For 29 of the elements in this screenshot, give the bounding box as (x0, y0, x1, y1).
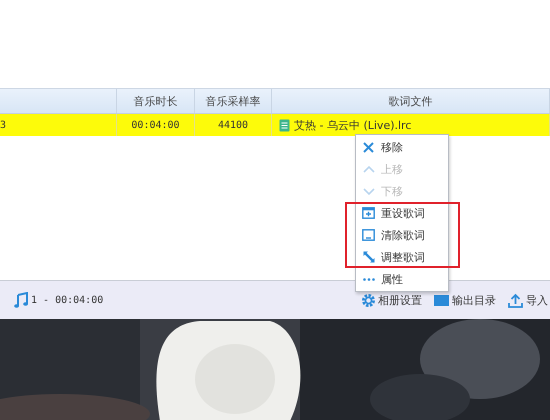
add-frame-icon (362, 207, 375, 219)
table-row[interactable]: 3 00:04:00 44100 艾热 - 乌云中 (Live).lrc (0, 114, 550, 136)
menu-item[interactable]: 属性 (355, 268, 449, 290)
upload-icon (508, 292, 523, 308)
table-cell: 00:04:00 (131, 120, 180, 130)
settings-icon (362, 294, 375, 306)
menu-item[interactable]: 调整歌词 (345, 246, 460, 268)
menu-item[interactable]: 移除 (355, 136, 449, 158)
toolbar-button[interactable]: 输出目录 (434, 292, 496, 308)
more-icon (362, 278, 374, 280)
music-note-icon (14, 292, 28, 308)
menu-item[interactable]: 清除歌词 (345, 224, 460, 246)
menu-item[interactable]: 重设歌词 (345, 202, 460, 224)
chevron-down-icon (362, 188, 374, 194)
document-icon (279, 118, 290, 132)
folder-icon (434, 294, 449, 306)
table-cell: 艾热 - 乌云中 (Live).lrc (294, 118, 412, 132)
column-header[interactable]: 歌词文件 (388, 94, 432, 108)
column-header[interactable]: 音乐时长 (134, 94, 178, 108)
chevron-up-icon (362, 166, 374, 172)
table-cell: 44100 (218, 120, 248, 130)
toolbar-button[interactable]: 相册设置 (362, 292, 422, 308)
track-summary: 1 - 00:04:00 (31, 294, 104, 306)
frame-icon (362, 229, 375, 241)
column-header[interactable]: 音乐采样率 (206, 94, 260, 108)
close-icon (363, 142, 374, 152)
resize-icon (362, 251, 374, 263)
table-cell: 3 (0, 120, 6, 130)
toolbar-button[interactable]: 导入 (508, 292, 548, 308)
